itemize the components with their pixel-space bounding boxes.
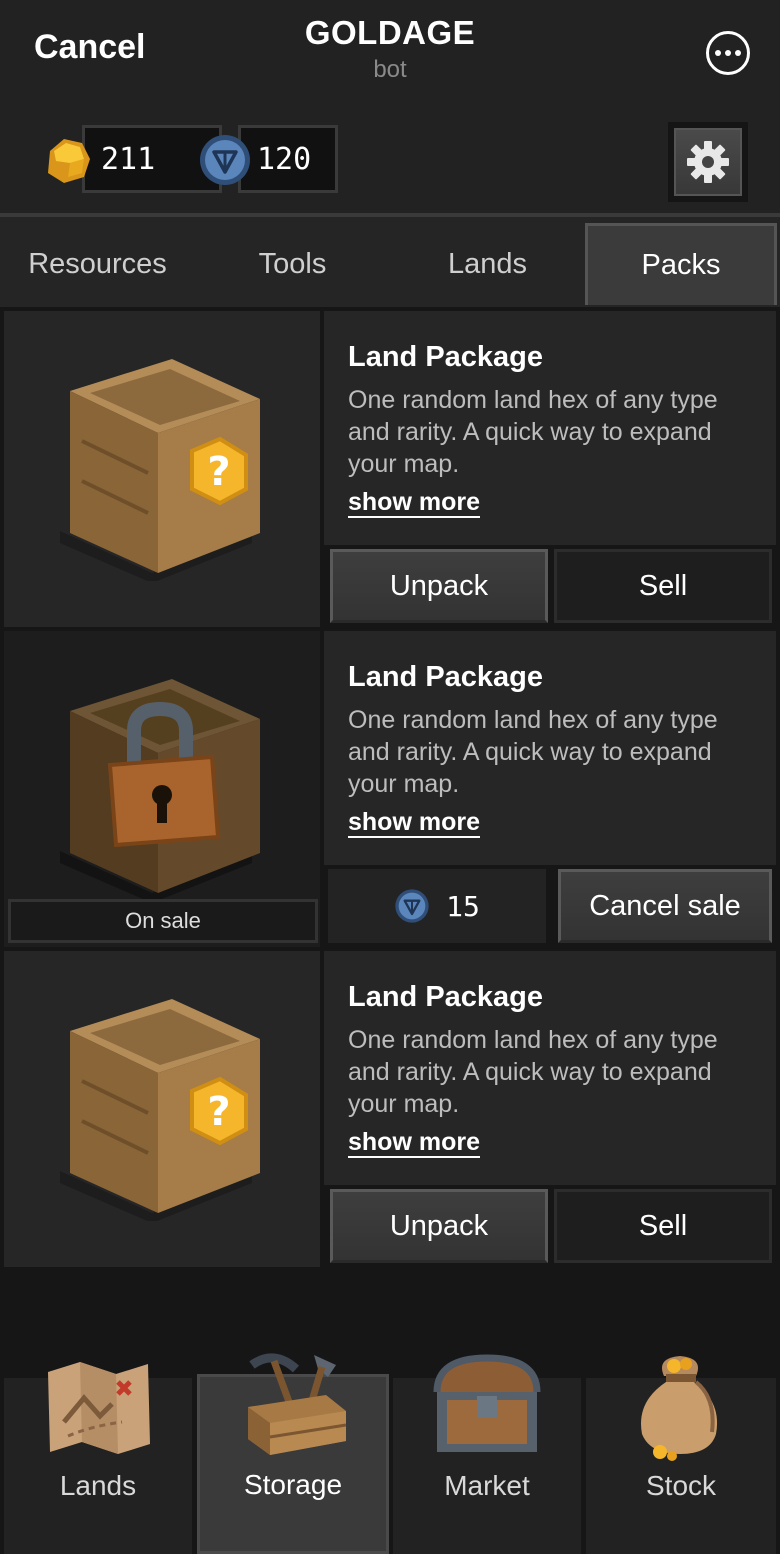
pack-title: Land Package: [348, 341, 544, 373]
pack-info: Land Package One random land hex of any …: [324, 951, 776, 1185]
svg-text:?: ?: [207, 1089, 230, 1135]
ton-coin-icon: [395, 889, 429, 923]
crate-question-icon: ?: [60, 999, 260, 1221]
app-title: GOLDAGE: [304, 14, 476, 51]
cancel-sale-button[interactable]: Cancel sale: [558, 869, 772, 943]
tab-tools[interactable]: Tools: [195, 223, 390, 305]
tab-resources[interactable]: Resources: [0, 223, 195, 305]
ton-coin-icon: [200, 135, 250, 185]
pack-info: Land Package One random land hex of any …: [324, 311, 776, 545]
pack-image: ?: [4, 311, 320, 627]
nav-market[interactable]: Market: [393, 1354, 581, 1554]
price-value: 15: [446, 889, 480, 923]
crate-locked-icon: [60, 679, 260, 901]
pack-actions: 15 Cancel sale: [324, 869, 776, 947]
tab-packs[interactable]: Packs: [585, 223, 777, 305]
pack-image: ?: [4, 951, 320, 1267]
pack-actions: Unpack Sell: [324, 549, 776, 627]
nav-label: Storage: [243, 1469, 343, 1500]
pack-title: Land Package: [348, 661, 544, 693]
pack-card: ? Land Package One random land hex of an…: [4, 951, 776, 1267]
pack-description: One random land hex of any type and rari…: [348, 706, 718, 798]
nav-stock[interactable]: Stock: [586, 1356, 776, 1554]
pack-actions: Unpack Sell: [324, 1189, 776, 1267]
pack-image: On sale: [4, 631, 320, 947]
pack-description: One random land hex of any type and rari…: [348, 1026, 718, 1118]
sell-button[interactable]: Sell: [554, 549, 772, 623]
more-dots-icon[interactable]: [706, 31, 750, 75]
settings-button[interactable]: [668, 122, 748, 202]
chest-icon: [433, 1354, 541, 1452]
toolbox-icon: [248, 1353, 347, 1455]
nav-label: Stock: [645, 1470, 717, 1501]
pack-info: Land Package One random land hex of any …: [324, 631, 776, 865]
show-more-link[interactable]: show more: [348, 808, 480, 837]
nav-label: Lands: [59, 1470, 137, 1501]
category-tabs: Resources Tools Lands Packs: [0, 217, 780, 307]
nav-label: Market: [444, 1470, 530, 1501]
nav-lands[interactable]: Lands: [4, 1362, 192, 1554]
sell-button[interactable]: Sell: [554, 1189, 772, 1263]
unpack-button[interactable]: Unpack: [330, 1189, 548, 1263]
show-more-link[interactable]: show more: [348, 488, 480, 517]
ton-amount: 120: [238, 125, 338, 193]
nav-storage[interactable]: Storage: [197, 1353, 389, 1554]
gold-sack-icon: [641, 1356, 718, 1461]
pack-card: On sale Land Package One random land hex…: [4, 631, 776, 947]
gear-icon: [687, 141, 729, 183]
pack-title: Land Package: [348, 981, 544, 1013]
gold-nugget-icon: [48, 139, 90, 183]
crate-question-icon: ?: [60, 359, 260, 581]
tab-lands[interactable]: Lands: [390, 223, 585, 305]
svg-text:?: ?: [207, 449, 230, 495]
sale-price: 15: [328, 869, 546, 943]
header: Cancel GOLDAGE bot: [0, 0, 780, 105]
app-subtitle: bot: [373, 56, 407, 83]
on-sale-label: On sale: [8, 899, 318, 943]
pack-card: ? Land Package One random land hex of an…: [4, 311, 776, 627]
unpack-button[interactable]: Unpack: [330, 549, 548, 623]
show-more-link[interactable]: show more: [348, 1128, 480, 1157]
pack-description: One random land hex of any type and rari…: [348, 386, 718, 478]
currency-bar: 211 120: [0, 105, 780, 213]
bottom-nav: Lands Storage Market Stock: [0, 1353, 780, 1554]
treasure-map-icon: [48, 1362, 150, 1454]
